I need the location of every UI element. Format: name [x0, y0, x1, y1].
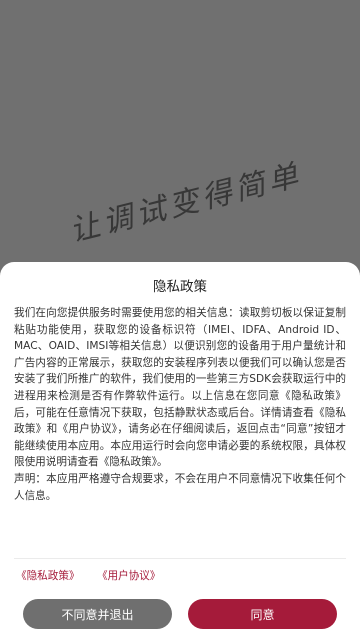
- policy-links: 《隐私政策》 《用户协议》: [16, 568, 175, 583]
- dialog-title: 隐私政策: [153, 279, 207, 295]
- agree-button[interactable]: 同意: [188, 599, 337, 629]
- privacy-paragraph: 我们在向您提供服务时需要使用您的相关信息：读取剪切板以保证复制粘贴功能使用，获取…: [14, 307, 346, 469]
- privacy-policy-link[interactable]: 《隐私政策》: [16, 570, 80, 582]
- privacy-dialog: 隐私政策 我们在向您提供服务时需要使用您的相关信息：读取剪切板以保证复制粘贴功能…: [0, 262, 360, 640]
- app-slogan-logo: 让调试变得简单: [66, 157, 306, 250]
- user-agreement-link[interactable]: 《用户协议》: [97, 570, 161, 582]
- statement-paragraph: 声明：本应用严格遵守合规要求，不会在用户不同意情况下收集任何个人信息。: [14, 472, 346, 502]
- divider: [14, 558, 346, 559]
- dialog-body[interactable]: 我们在向您提供服务时需要使用您的相关信息：读取剪切板以保证复制粘贴功能使用，获取…: [14, 305, 346, 504]
- decline-exit-button[interactable]: 不同意并退出: [23, 599, 172, 629]
